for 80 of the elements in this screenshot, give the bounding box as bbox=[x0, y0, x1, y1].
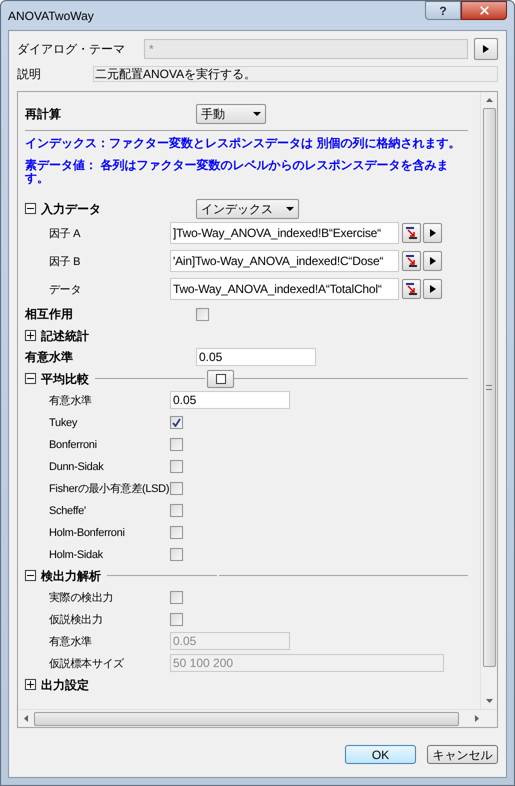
play-icon bbox=[430, 229, 436, 237]
field-label: Fisherの最小有意差(LSD) bbox=[49, 483, 170, 495]
dropdown[interactable]: 手動 bbox=[196, 104, 266, 124]
arrow-button[interactable] bbox=[423, 223, 442, 243]
range-field[interactable]: ]Two-Way_ANOVA_indexed!B“Exercise“ bbox=[170, 222, 399, 244]
field-label: 記述統計 bbox=[41, 328, 89, 344]
column-picker-button[interactable] bbox=[402, 251, 421, 271]
play-icon bbox=[430, 285, 436, 293]
field-label: データ bbox=[49, 284, 82, 296]
close-button[interactable] bbox=[461, 1, 507, 20]
expand-icon[interactable] bbox=[25, 330, 36, 341]
field-label: Holm-Bonferroni bbox=[49, 527, 125, 539]
column-picker-button[interactable] bbox=[402, 279, 421, 299]
checkbox[interactable] bbox=[170, 438, 183, 450]
column-picker-button[interactable] bbox=[402, 223, 421, 243]
expand-icon[interactable] bbox=[25, 679, 36, 690]
arrow-button[interactable] bbox=[423, 279, 442, 299]
column-select-icon bbox=[406, 283, 417, 295]
field-label: 因子 A bbox=[49, 228, 80, 240]
range-field[interactable]: 'Ain]Two-Way_ANOVA_indexed!C“Dose“ bbox=[170, 250, 399, 272]
field-label: 平均比較 bbox=[41, 370, 89, 388]
field-label: Holm-Sidak bbox=[49, 549, 103, 561]
checkbox[interactable] bbox=[196, 308, 209, 320]
scroll-up-icon bbox=[486, 98, 492, 102]
field-label: 再計算 bbox=[25, 106, 62, 123]
scroll-left-icon bbox=[24, 715, 28, 722]
close-icon bbox=[478, 4, 490, 17]
field-label: 説明 bbox=[17, 66, 42, 83]
dropdown[interactable]: インデックス bbox=[196, 198, 299, 218]
checkbox[interactable] bbox=[170, 460, 183, 472]
theme-menu-button[interactable] bbox=[474, 38, 498, 60]
field-label: 検出力解析 bbox=[41, 568, 101, 584]
field-label: 相互作用 bbox=[25, 307, 73, 321]
column-select-icon bbox=[406, 255, 417, 267]
window-title: ANOVATwoWay bbox=[8, 8, 94, 24]
column-select-icon bbox=[406, 227, 417, 239]
info-text: インデックス：ファクター変数とレスポンスデータは 別個の列に格納されます。 bbox=[25, 137, 462, 150]
caret-icon bbox=[253, 112, 261, 116]
arrow-button[interactable] bbox=[423, 251, 442, 271]
square-icon bbox=[216, 374, 226, 384]
field-label: Tukey bbox=[49, 417, 78, 429]
checkbox[interactable] bbox=[170, 482, 183, 494]
field-label: Dunn-Sidak bbox=[49, 461, 104, 473]
field-label: 有意水準 bbox=[49, 636, 92, 648]
field-label: 有意水準 bbox=[25, 350, 73, 364]
play-icon bbox=[483, 45, 489, 53]
caret-icon bbox=[286, 206, 294, 210]
field-label: 実際の検出力 bbox=[49, 592, 114, 604]
description-field: 二元配置ANOVAを実行する。 bbox=[93, 66, 498, 82]
field-label: Scheffe' bbox=[49, 505, 86, 517]
scroll-down-icon bbox=[486, 699, 492, 703]
info-text: 素データ値： 各列はファクター変数のレベルからのレスポンスデータを含みます。 bbox=[25, 159, 450, 185]
input-field[interactable]: 0.05 bbox=[196, 348, 316, 366]
checkbox[interactable] bbox=[170, 612, 183, 626]
field-label: 仮説標本サイズ bbox=[49, 658, 124, 670]
field-label: 仮説検出力 bbox=[49, 614, 103, 626]
field-label: 因子 B bbox=[49, 256, 80, 268]
collapse-icon[interactable] bbox=[25, 373, 36, 384]
dialog-button[interactable]: キャンセル bbox=[427, 745, 498, 764]
field-label: Bonferroni bbox=[49, 439, 97, 451]
vertical-scrollbar[interactable] bbox=[480, 92, 497, 709]
dialog-button[interactable]: OK bbox=[345, 745, 416, 764]
field-label: ダイアログ・テーマ bbox=[17, 41, 126, 58]
collapse-icon[interactable] bbox=[25, 570, 36, 581]
range-field[interactable]: Two-Way_ANOVA_indexed!A“TotalChol“ bbox=[170, 278, 399, 300]
field-label: 出力設定 bbox=[41, 676, 89, 694]
field-label: 有意水準 bbox=[49, 395, 92, 407]
play-icon bbox=[430, 257, 436, 265]
input-field[interactable]: 0.05 bbox=[170, 391, 290, 409]
checkbox[interactable] bbox=[170, 416, 183, 428]
horizontal-scrollbar[interactable] bbox=[18, 709, 497, 727]
checkbox[interactable] bbox=[170, 504, 183, 516]
checkbox[interactable] bbox=[170, 590, 183, 604]
checkbox[interactable] bbox=[170, 548, 183, 560]
collapse-icon[interactable] bbox=[25, 203, 36, 214]
toggle-button[interactable] bbox=[207, 370, 234, 388]
help-button[interactable]: ? bbox=[425, 1, 461, 20]
scroll-right-icon bbox=[475, 715, 479, 722]
field-label: 入力データ bbox=[41, 200, 101, 218]
checkbox[interactable] bbox=[170, 526, 183, 538]
